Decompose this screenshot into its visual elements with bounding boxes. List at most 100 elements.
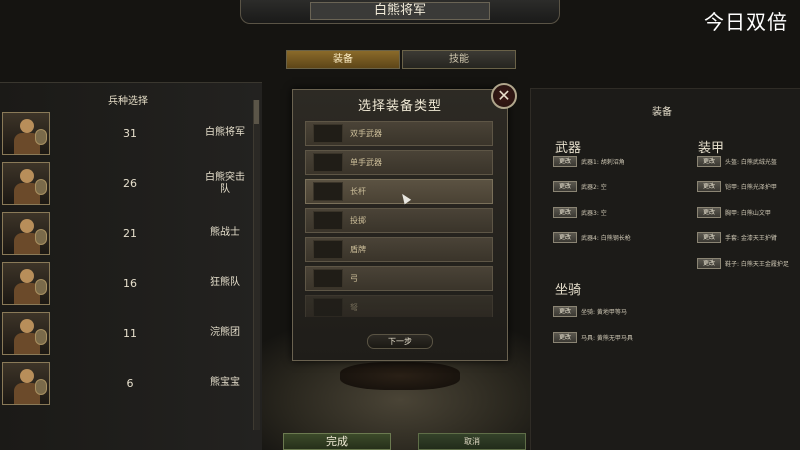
unit-portrait xyxy=(2,212,50,255)
unit-count: 21 xyxy=(123,227,137,240)
cancel-button[interactable]: 取消 xyxy=(418,433,526,450)
equipment-type-option[interactable]: 弩 xyxy=(305,295,493,317)
armor-slot: 更改 头盔: 白熊武绒光盔 xyxy=(697,154,777,168)
option-label: 弩 xyxy=(350,303,358,312)
portrait-head xyxy=(20,219,34,233)
change-button[interactable]: 更改 xyxy=(697,155,721,167)
change-button[interactable]: 更改 xyxy=(553,206,577,218)
option-label: 弓 xyxy=(350,274,358,283)
option-label: 单手武器 xyxy=(350,158,382,167)
tab-skills[interactable]: 技能 xyxy=(402,50,516,69)
equipment-type-option[interactable]: 盾牌 xyxy=(305,237,493,262)
portrait-shield xyxy=(35,379,47,395)
unit-portrait xyxy=(2,262,50,305)
change-button[interactable]: 更改 xyxy=(553,331,577,343)
portrait-head xyxy=(20,369,34,383)
unit-selection-title: 兵种选择 xyxy=(108,96,148,107)
weapon-slot: 更改 武器4: 白熊钢长枪 xyxy=(553,230,631,244)
option-label: 盾牌 xyxy=(350,245,366,254)
portrait-head xyxy=(20,119,34,133)
unit-row[interactable]: 6 熊宝宝 xyxy=(0,361,253,407)
option-label: 投掷 xyxy=(350,216,366,225)
unit-row[interactable]: 16 狂熊队 xyxy=(0,261,253,307)
equipment-type-list: 双手武器单手武器长杆投掷盾牌弓弩 xyxy=(305,121,493,317)
change-button[interactable]: 更改 xyxy=(697,257,721,269)
unit-name: 狂熊队 xyxy=(210,277,240,288)
slot-label: 武器4: 白熊钢长枪 xyxy=(581,234,631,242)
slot-label: 武器1: 胡刺沼角 xyxy=(581,158,625,166)
equipment-type-option[interactable]: 长杆 xyxy=(305,179,493,204)
weapon-slot: 更改 武器1: 胡刺沼角 xyxy=(553,154,625,168)
mount-slot: 更改 坐骑: 黄地甲等马 xyxy=(553,304,627,318)
unit-name: 浣熊团 xyxy=(210,327,240,338)
unit-name: 熊战士 xyxy=(210,227,240,238)
change-button[interactable]: 更改 xyxy=(697,206,721,218)
slot-label: 马具: 黄熊无甲马具 xyxy=(581,334,633,342)
unit-row[interactable]: 21 熊战士 xyxy=(0,211,253,257)
next-step-button[interactable]: 下一步 xyxy=(367,334,433,349)
slot-label: 武器3: 空 xyxy=(581,209,607,217)
unit-row[interactable]: 11 浣熊团 xyxy=(0,311,253,357)
unit-row[interactable]: 26 白熊突击队 xyxy=(0,161,253,207)
option-label: 长杆 xyxy=(350,187,366,196)
unit-row[interactable]: 31 白熊将军 xyxy=(0,111,253,157)
unit-count: 6 xyxy=(126,377,134,390)
option-icon-slot xyxy=(313,240,343,259)
done-button[interactable]: 完成 xyxy=(283,433,391,450)
portrait-shield xyxy=(35,229,47,245)
armor-slot: 更改 胸甲: 白熊山文甲 xyxy=(697,205,771,219)
option-icon-slot xyxy=(313,182,343,201)
troop-title: 白熊将军 xyxy=(310,2,490,20)
armor-slot: 更改 鞋子: 白熊天王金履护足 xyxy=(697,256,789,270)
mount-section-title: 坐骑 xyxy=(555,283,582,298)
change-button[interactable]: 更改 xyxy=(553,305,577,317)
portrait-shield xyxy=(35,329,47,345)
option-icon-slot xyxy=(313,124,343,143)
unit-count: 11 xyxy=(123,327,137,340)
armor-slot: 更改 铠甲: 白熊光泽护甲 xyxy=(697,179,777,193)
equipment-type-option[interactable]: 投掷 xyxy=(305,208,493,233)
tab-equipment[interactable]: 装备 xyxy=(286,50,400,69)
unit-portrait xyxy=(2,312,50,355)
portrait-shield xyxy=(35,129,47,145)
change-button[interactable]: 更改 xyxy=(697,231,721,243)
mount-slot: 更改 马具: 黄熊无甲马具 xyxy=(553,330,633,344)
equipment-panel-title: 装备 xyxy=(652,107,672,118)
unit-portrait xyxy=(2,112,50,155)
slot-label: 头盔: 白熊武绒光盔 xyxy=(725,158,777,166)
slot-label: 铠甲: 白熊光泽护甲 xyxy=(725,183,777,191)
portrait-head xyxy=(20,269,34,283)
weapon-slot: 更改 武器3: 空 xyxy=(553,205,607,219)
dialog-title: 选择装备类型 xyxy=(357,99,442,114)
slot-label: 手套: 金漆天王护臂 xyxy=(725,234,777,242)
unit-portrait xyxy=(2,162,50,205)
unit-count: 16 xyxy=(123,277,137,290)
change-button[interactable]: 更改 xyxy=(553,231,577,243)
slot-label: 胸甲: 白熊山文甲 xyxy=(725,209,771,217)
ground-shadow xyxy=(340,362,460,390)
option-label: 双手武器 xyxy=(350,129,382,138)
option-icon-slot xyxy=(313,298,343,317)
unit-list-scroll-thumb[interactable] xyxy=(254,100,259,124)
option-icon-slot xyxy=(313,153,343,172)
weapon-slot: 更改 武器2: 空 xyxy=(553,179,607,193)
equipment-type-option[interactable]: 单手武器 xyxy=(305,150,493,175)
armor-slot: 更改 手套: 金漆天王护臂 xyxy=(697,230,777,244)
option-icon-slot xyxy=(313,269,343,288)
unit-list-scrollbar[interactable] xyxy=(253,100,260,430)
equipment-type-option[interactable]: 双手武器 xyxy=(305,121,493,146)
slot-label: 鞋子: 白熊天王金履护足 xyxy=(725,260,789,268)
option-icon-slot xyxy=(313,211,343,230)
close-icon[interactable]: ✕ xyxy=(491,83,517,109)
change-button[interactable]: 更改 xyxy=(553,155,577,167)
portrait-shield xyxy=(35,279,47,295)
portrait-head xyxy=(20,169,34,183)
change-button[interactable]: 更改 xyxy=(697,180,721,192)
unit-name: 熊宝宝 xyxy=(210,377,240,388)
change-button[interactable]: 更改 xyxy=(553,180,577,192)
equipment-type-option[interactable]: 弓 xyxy=(305,266,493,291)
watermark: 今日双倍 xyxy=(704,10,788,34)
portrait-head xyxy=(20,319,34,333)
portrait-shield xyxy=(35,179,47,195)
slot-label: 坐骑: 黄地甲等马 xyxy=(581,308,627,316)
